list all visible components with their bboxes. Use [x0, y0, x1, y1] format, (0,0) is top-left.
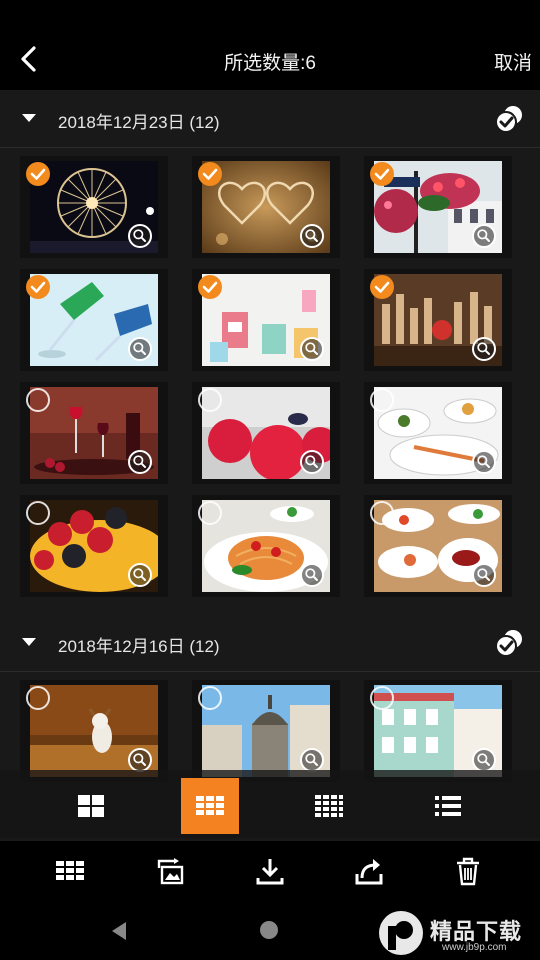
- photo-thumbnail[interactable]: [20, 680, 168, 782]
- zoom-icon[interactable]: [128, 563, 152, 587]
- photo-thumbnail[interactable]: [192, 680, 340, 782]
- zoom-icon[interactable]: [128, 450, 152, 474]
- checked-icon[interactable]: [26, 162, 50, 186]
- unchecked-icon[interactable]: [198, 501, 222, 525]
- zoom-icon[interactable]: [300, 337, 324, 361]
- share-icon[interactable]: [351, 853, 387, 889]
- photo-thumbnail[interactable]: [20, 495, 168, 597]
- checked-icon[interactable]: [26, 275, 50, 299]
- watermark: 精品下载 www.jb9p.com: [376, 906, 540, 960]
- unchecked-icon[interactable]: [370, 388, 394, 412]
- zoom-icon[interactable]: [472, 224, 496, 248]
- zoom-icon[interactable]: [472, 450, 496, 474]
- unchecked-icon[interactable]: [26, 686, 50, 710]
- collapse-caret-icon[interactable]: [22, 638, 36, 646]
- photo-thumbnail[interactable]: [364, 269, 512, 371]
- unchecked-icon[interactable]: [370, 686, 394, 710]
- collapse-caret-icon[interactable]: [22, 114, 36, 122]
- grid-2-icon[interactable]: [62, 778, 120, 834]
- section-date: 2018年12月23日 (12): [58, 113, 220, 132]
- photo-thumbnail[interactable]: [20, 269, 168, 371]
- list-icon[interactable]: [419, 778, 477, 834]
- trash-icon[interactable]: [450, 853, 486, 889]
- photo-thumbnail[interactable]: [192, 269, 340, 371]
- unchecked-icon[interactable]: [26, 388, 50, 412]
- checked-icon[interactable]: [370, 162, 394, 186]
- selection-count-title: 所选数量:6: [224, 53, 316, 74]
- cancel-button[interactable]: 取消: [494, 48, 532, 75]
- slideshow-icon[interactable]: [152, 853, 188, 889]
- photo-thumbnail[interactable]: [364, 680, 512, 782]
- photo-thumbnail[interactable]: [364, 382, 512, 484]
- select-all-icon[interactable]: [494, 628, 524, 658]
- top-bar: 所选数量:6 取消: [0, 0, 540, 90]
- unchecked-icon[interactable]: [26, 501, 50, 525]
- view-mode-bar: [0, 770, 540, 838]
- date-section: 2018年12月23日 (12): [0, 90, 540, 610]
- section-date: 2018年12月16日 (12): [58, 637, 220, 656]
- unchecked-icon[interactable]: [198, 686, 222, 710]
- checked-icon[interactable]: [198, 162, 222, 186]
- unchecked-icon[interactable]: [198, 388, 222, 412]
- nav-back-icon[interactable]: [112, 922, 126, 940]
- photo-thumbnail[interactable]: [192, 156, 340, 258]
- photo-list[interactable]: 2018年12月23日 (12) 2018年12月16日 (12): [0, 90, 540, 840]
- grid-4-icon[interactable]: [300, 778, 358, 834]
- checked-icon[interactable]: [198, 275, 222, 299]
- photo-thumbnail[interactable]: [192, 495, 340, 597]
- action-toolbar: [0, 840, 540, 902]
- zoom-icon[interactable]: [128, 748, 152, 772]
- zoom-icon[interactable]: [300, 748, 324, 772]
- photo-thumbnail[interactable]: [364, 156, 512, 258]
- zoom-icon[interactable]: [300, 224, 324, 248]
- zoom-icon[interactable]: [300, 450, 324, 474]
- select-all-icon[interactable]: [494, 104, 524, 134]
- watermark-logo-icon: [379, 911, 423, 955]
- nav-home-icon[interactable]: [260, 921, 278, 939]
- photo-thumbnail[interactable]: [192, 382, 340, 484]
- download-icon[interactable]: [252, 853, 288, 889]
- zoom-icon[interactable]: [472, 748, 496, 772]
- zoom-icon[interactable]: [300, 563, 324, 587]
- section-header[interactable]: 2018年12月16日 (12): [0, 614, 540, 672]
- zoom-icon[interactable]: [472, 337, 496, 361]
- checked-icon[interactable]: [370, 275, 394, 299]
- zoom-icon[interactable]: [128, 337, 152, 361]
- unchecked-icon[interactable]: [370, 501, 394, 525]
- photo-thumbnail[interactable]: [20, 156, 168, 258]
- section-header[interactable]: 2018年12月23日 (12): [0, 90, 540, 148]
- photo-thumbnail[interactable]: [364, 495, 512, 597]
- watermark-url: www.jb9p.com: [442, 942, 507, 953]
- grid-3-icon[interactable]: [181, 778, 239, 834]
- photo-thumbnail[interactable]: [20, 382, 168, 484]
- grid-icon[interactable]: [52, 853, 88, 889]
- zoom-icon[interactable]: [128, 224, 152, 248]
- zoom-icon[interactable]: [472, 563, 496, 587]
